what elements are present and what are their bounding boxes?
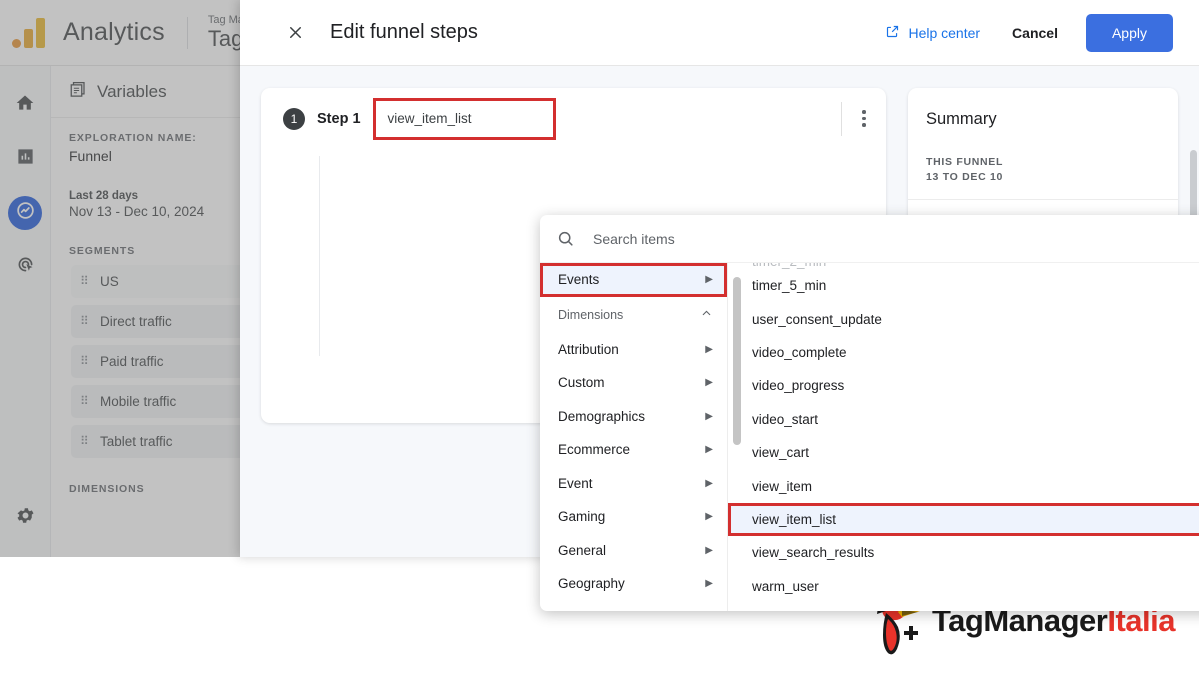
- chevron-right-icon: ▶: [705, 544, 713, 556]
- dimensions-group-header[interactable]: Dimensions: [540, 297, 727, 333]
- chevron-right-icon: ▶: [705, 377, 713, 389]
- category-label: General: [558, 542, 607, 558]
- gear-icon: [15, 505, 36, 531]
- page-title: Edit funnel steps: [330, 21, 478, 43]
- item-picker-dropdown: Events ▶ Dimensions Attribution▶Custom▶D…: [540, 215, 1199, 611]
- drag-handle-icon[interactable]: ⠿: [80, 355, 91, 367]
- category-label: Geography: [558, 576, 625, 592]
- event-item-selected[interactable]: view_item_list: [728, 502, 1199, 537]
- event-item[interactable]: user_consent_update: [728, 302, 1199, 335]
- more-vertical-icon[interactable]: [842, 110, 886, 127]
- chevron-right-icon: ▶: [705, 511, 713, 523]
- chevron-right-icon: ▶: [705, 274, 713, 286]
- target-cursor-icon: [15, 254, 36, 280]
- help-center-link[interactable]: Help center: [885, 24, 980, 42]
- step-value-field[interactable]: view_item_list: [372, 97, 556, 140]
- drag-handle-icon[interactable]: ⠿: [80, 275, 91, 287]
- chevron-right-icon: ▶: [705, 343, 713, 355]
- primary-nav-rail: [0, 66, 51, 557]
- search-bar: [540, 215, 1199, 263]
- bar-chart-icon: [16, 147, 35, 171]
- variables-icon: [69, 80, 87, 103]
- category-label: Attribution: [558, 341, 619, 357]
- dimension-category-attribution[interactable]: Attribution ▶: [540, 333, 727, 367]
- event-item[interactable]: video_progress: [728, 369, 1199, 402]
- analytics-bars-icon: [12, 17, 45, 48]
- event-item[interactable]: video_complete: [728, 336, 1199, 369]
- group-label: Dimensions: [558, 307, 624, 322]
- event-item[interactable]: view_item: [728, 469, 1199, 502]
- chevron-right-icon: ▶: [705, 477, 713, 489]
- segment-label: Paid traffic: [100, 354, 164, 369]
- step-label: Step 1: [317, 110, 361, 127]
- sidebar-item-reports[interactable]: [8, 142, 42, 176]
- step-connector-line: [319, 156, 320, 356]
- summary-title: Summary: [926, 110, 997, 128]
- dimension-category-geography[interactable]: Geography ▶: [540, 567, 727, 601]
- event-item[interactable]: view_search_results: [728, 536, 1199, 569]
- sidebar-item-admin[interactable]: [8, 501, 42, 535]
- event-item[interactable]: warm_user: [728, 570, 1199, 603]
- search-input[interactable]: [591, 229, 1199, 248]
- dimension-category-event[interactable]: Event ▶: [540, 467, 727, 501]
- category-label: Demographics: [558, 408, 646, 424]
- category-column: Events ▶ Dimensions Attribution ▶ Custom ▶ D…: [540, 263, 728, 611]
- summary-caption: THIS FUNNEL 13 TO DEC 10: [908, 129, 1178, 185]
- external-link-icon: [885, 24, 900, 42]
- close-icon[interactable]: [278, 16, 312, 50]
- chevron-right-icon: ▶: [705, 410, 713, 422]
- edit-funnel-steps-dialog: Edit funnel steps Help center Cancel App…: [240, 0, 1199, 611]
- explore-icon: [15, 200, 36, 226]
- chevron-right-icon: ▶: [705, 444, 713, 456]
- help-center-label: Help center: [908, 24, 981, 41]
- panel-title: Variables: [97, 81, 167, 101]
- dimension-category-list: Attribution ▶ Custom ▶ Demographics ▶ Ecommerc…: [540, 333, 727, 601]
- sidebar-item-home[interactable]: [8, 88, 42, 122]
- dialog-header: Edit funnel steps Help center Cancel App…: [240, 0, 1199, 66]
- dimension-category-custom[interactable]: Custom ▶: [540, 366, 727, 400]
- event-item[interactable]: video_start: [728, 403, 1199, 436]
- sidebar-item-explore[interactable]: [8, 196, 42, 230]
- drag-handle-icon[interactable]: ⠿: [80, 435, 91, 447]
- home-icon: [15, 93, 35, 118]
- event-list: timer_2_mintimer_5_minuser_consent_updat…: [728, 263, 1199, 603]
- segment-label: Tablet traffic: [100, 434, 173, 449]
- step-row: 1 Step 1 view_item_list: [261, 88, 886, 149]
- app-brand: Analytics: [63, 18, 165, 46]
- apply-button[interactable]: Apply: [1085, 13, 1173, 52]
- category-label: Custom: [558, 375, 605, 391]
- dropdown-columns: Events ▶ Dimensions Attribution ▶ Custom ▶ D…: [540, 263, 1199, 611]
- category-label: Events: [558, 272, 600, 288]
- category-label: Gaming: [558, 509, 606, 525]
- event-list-column: timer_2_mintimer_5_minuser_consent_updat…: [728, 263, 1199, 611]
- category-label: Ecommerce: [558, 442, 631, 458]
- chevron-up-icon: [700, 307, 713, 323]
- step-number-badge: 1: [283, 107, 305, 130]
- event-item[interactable]: view_cart: [728, 436, 1199, 469]
- dimension-category-demographics[interactable]: Demographics ▶: [540, 400, 727, 434]
- segment-label: Direct traffic: [100, 314, 172, 329]
- summary-caption-line1: THIS FUNNEL: [926, 156, 1004, 168]
- drag-handle-icon[interactable]: ⠿: [80, 315, 91, 327]
- dimension-category-general[interactable]: General ▶: [540, 534, 727, 568]
- segment-label: Mobile traffic: [100, 394, 177, 409]
- chevron-right-icon: ▶: [705, 578, 713, 590]
- dimension-category-ecommerce[interactable]: Ecommerce ▶: [540, 433, 727, 467]
- category-events[interactable]: Events ▶: [540, 263, 727, 297]
- summary-caption-line2: 13 TO DEC 10: [926, 171, 1004, 184]
- search-icon: [556, 229, 575, 248]
- topbar-divider: [186, 16, 188, 49]
- event-item[interactable]: timer_5_min: [728, 269, 1199, 302]
- category-label: Event: [558, 475, 593, 491]
- sidebar-item-advertising[interactable]: [8, 250, 42, 284]
- dimension-category-gaming[interactable]: Gaming ▶: [540, 500, 727, 534]
- drag-handle-icon[interactable]: ⠿: [80, 395, 91, 407]
- cancel-button[interactable]: Cancel: [1006, 24, 1064, 42]
- dialog-body: 1 Step 1 view_item_list Summary THIS FUN…: [240, 66, 1199, 611]
